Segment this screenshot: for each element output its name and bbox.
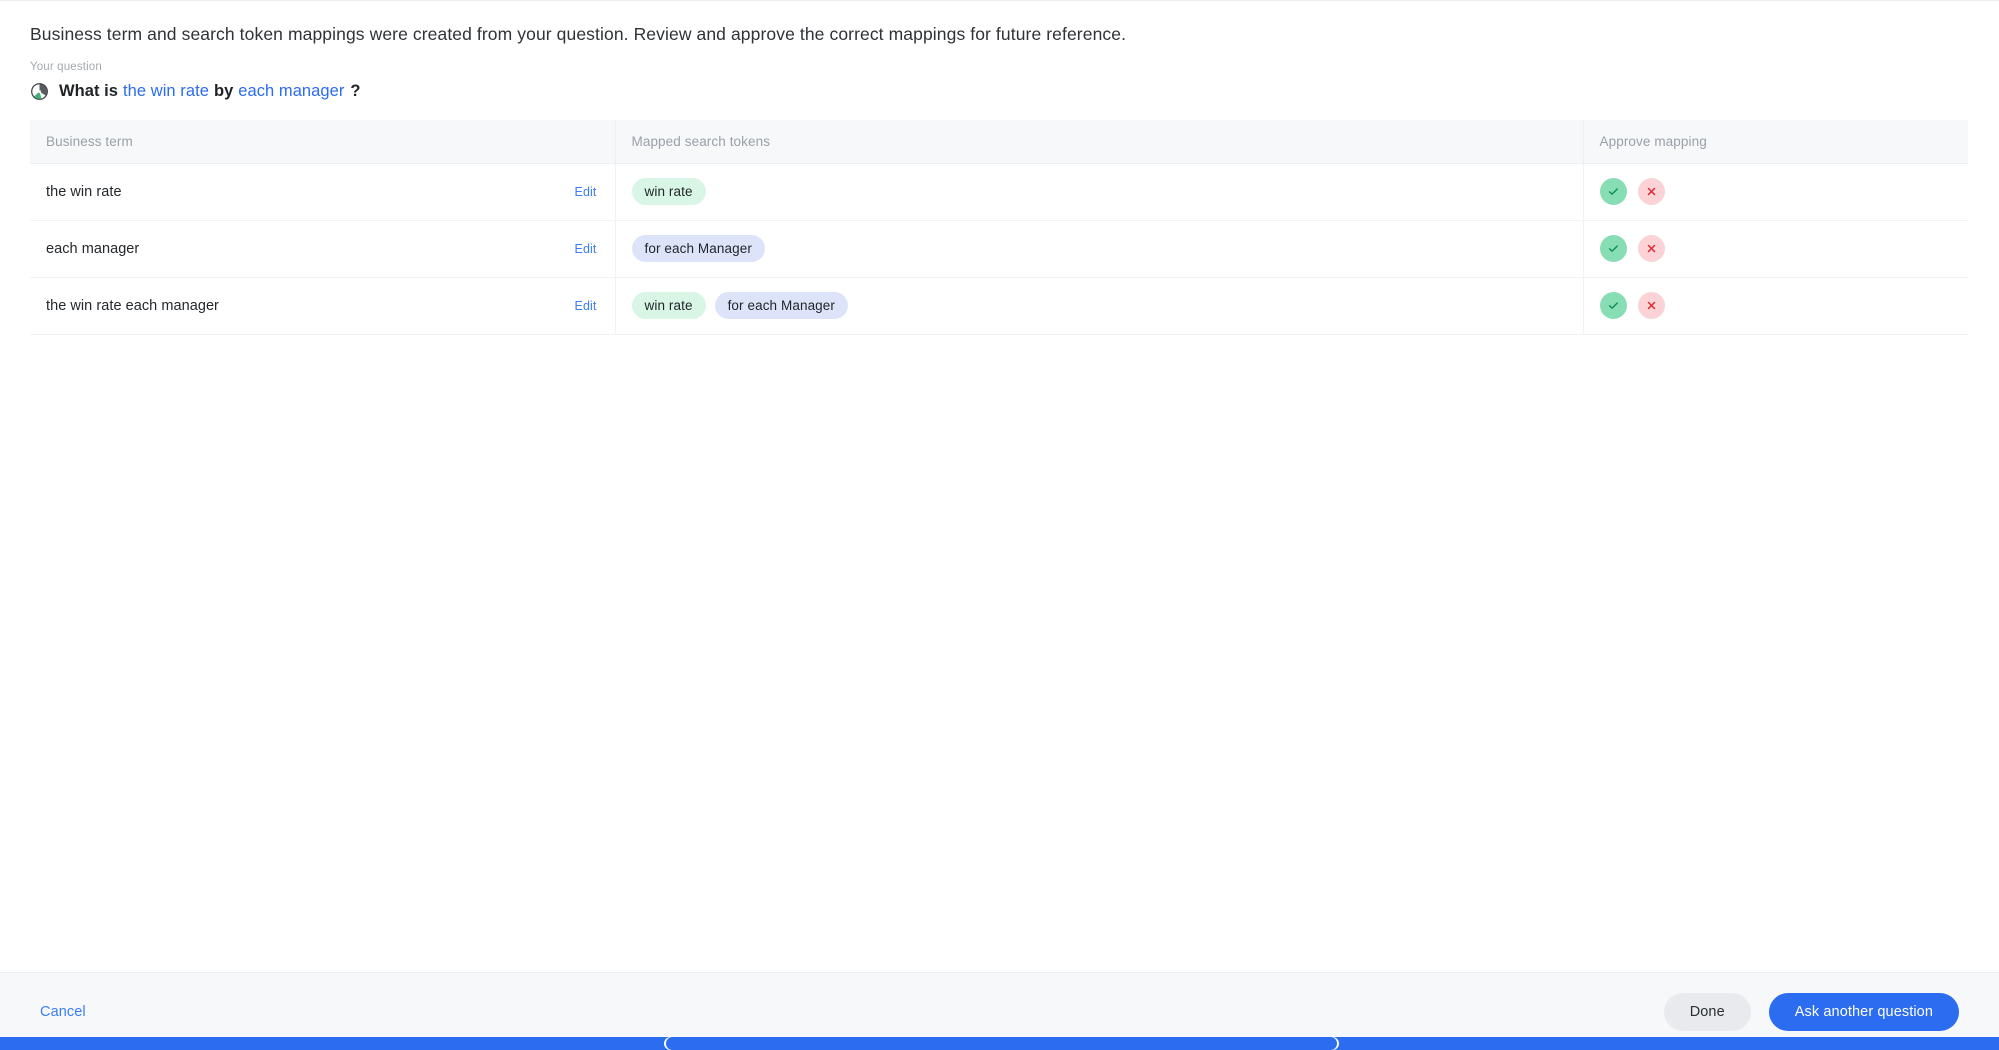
approve-mapping-button[interactable]: [1600, 292, 1627, 319]
close-icon: [1645, 299, 1658, 312]
cell-mapped-tokens: win rate for each Manager: [615, 277, 1583, 334]
business-term-text: each manager: [46, 241, 139, 257]
token-chip[interactable]: win rate: [632, 178, 706, 205]
cell-approve-mapping: [1583, 163, 1968, 220]
check-icon: [1607, 242, 1620, 255]
column-header-business-term: Business term: [30, 120, 615, 164]
approve-actions: [1600, 292, 1953, 319]
question-term-the-win-rate[interactable]: the win rate: [123, 82, 209, 101]
ask-another-question-button[interactable]: Ask another question: [1769, 993, 1959, 1031]
edit-term-link[interactable]: Edit: [575, 299, 599, 313]
table-row: the win rate Edit win rate: [30, 163, 1968, 220]
column-header-approve-mapping: Approve mapping: [1583, 120, 1968, 164]
table-row: the win rate each manager Edit win rate for…: [30, 277, 1968, 334]
token-list: for each Manager: [632, 235, 1567, 262]
question-text: What is the win rate by each manager ?: [59, 82, 361, 101]
token-chip[interactable]: for each Manager: [632, 235, 765, 262]
check-icon: [1607, 299, 1620, 312]
horizontal-scrollbar[interactable]: [0, 1037, 1999, 1050]
question-prefix: What is: [59, 82, 118, 101]
close-icon: [1645, 242, 1658, 255]
cancel-button[interactable]: Cancel: [40, 1004, 86, 1020]
term-cell-inner: the win rate each manager Edit: [46, 298, 599, 314]
approve-mapping-button[interactable]: [1600, 178, 1627, 205]
question-term-each-manager[interactable]: each manager: [238, 82, 344, 101]
token-list: win rate for each Manager: [632, 292, 1567, 319]
table-header: Business term Mapped search tokens Appro…: [30, 120, 1968, 164]
table-row: each manager Edit for each Manager: [30, 220, 1968, 277]
check-icon: [1607, 185, 1620, 198]
token-chip[interactable]: win rate: [632, 292, 706, 319]
edit-term-link[interactable]: Edit: [575, 242, 599, 256]
token-chip[interactable]: for each Manager: [715, 292, 848, 319]
edit-term-link[interactable]: Edit: [575, 185, 599, 199]
column-header-mapped-search-tokens: Mapped search tokens: [615, 120, 1583, 164]
business-term-text: the win rate each manager: [46, 298, 219, 314]
question-connector: by: [214, 82, 233, 101]
reject-mapping-button[interactable]: [1638, 292, 1665, 319]
scrollbar-thumb[interactable]: [666, 1037, 1338, 1050]
mapping-table: Business term Mapped search tokens Appro…: [30, 120, 1968, 335]
question-row: What is the win rate by each manager ?: [30, 82, 1969, 101]
table-header-row: Business term Mapped search tokens Appro…: [30, 120, 1968, 164]
cell-business-term: each manager Edit: [30, 220, 615, 277]
business-term-text: the win rate: [46, 184, 122, 200]
main-content: Business term and search token mappings …: [0, 1, 1999, 972]
question-suffix: ?: [350, 82, 360, 101]
term-cell-inner: the win rate Edit: [46, 184, 599, 200]
table-body: the win rate Edit win rate each manager Edit…: [30, 163, 1968, 334]
cell-business-term: the win rate each manager Edit: [30, 277, 615, 334]
approve-actions: [1600, 235, 1953, 262]
your-question-label: Your question: [30, 61, 1969, 73]
search-globe-icon: [30, 82, 49, 101]
footer-actions: Done Ask another question: [1664, 993, 1959, 1031]
banner-message: Business term and search token mappings …: [30, 1, 1969, 47]
reject-mapping-button[interactable]: [1638, 178, 1665, 205]
close-icon: [1645, 185, 1658, 198]
approve-mapping-button[interactable]: [1600, 235, 1627, 262]
reject-mapping-button[interactable]: [1638, 235, 1665, 262]
mapping-review-page: Business term and search token mappings …: [0, 0, 1999, 1050]
approve-actions: [1600, 178, 1953, 205]
done-button[interactable]: Done: [1664, 993, 1751, 1031]
cell-mapped-tokens: win rate: [615, 163, 1583, 220]
term-cell-inner: each manager Edit: [46, 241, 599, 257]
cell-business-term: the win rate Edit: [30, 163, 615, 220]
cell-approve-mapping: [1583, 220, 1968, 277]
cell-approve-mapping: [1583, 277, 1968, 334]
cell-mapped-tokens: for each Manager: [615, 220, 1583, 277]
token-list: win rate: [632, 178, 1567, 205]
